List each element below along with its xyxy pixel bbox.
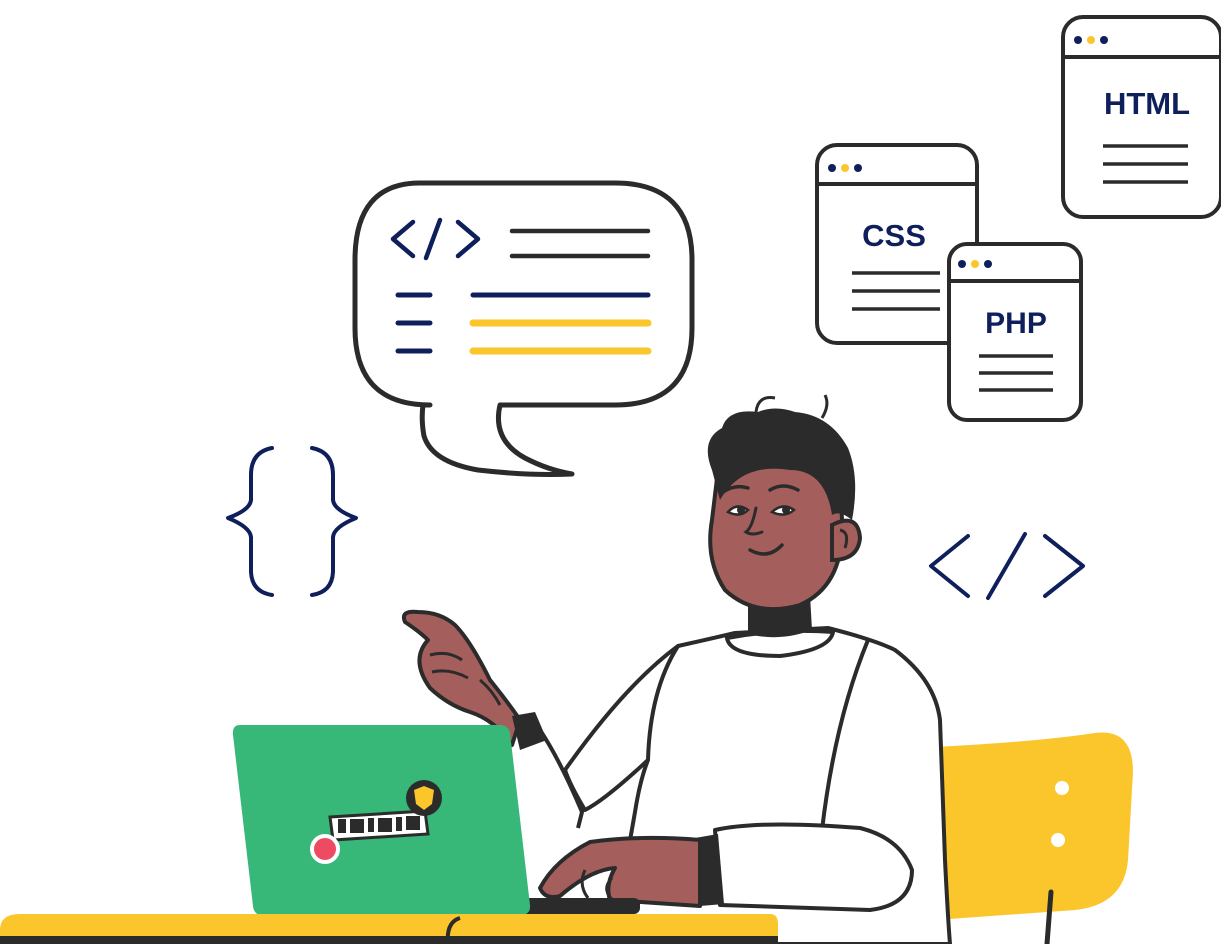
css-window-label: CSS: [862, 218, 926, 253]
desk: [0, 914, 778, 944]
speech-bubble: [352, 180, 695, 477]
code-tag-icon: [929, 532, 1085, 600]
html-window-label: HTML: [1104, 86, 1190, 121]
php-window: PHP: [947, 242, 1083, 422]
php-window-label: PHP: [985, 307, 1047, 340]
curly-braces-icon: [226, 446, 358, 597]
chair: [935, 732, 1133, 944]
developer-illustration: HTML CSS PHP: [0, 15, 1221, 944]
html-window: HTML: [1061, 15, 1221, 219]
